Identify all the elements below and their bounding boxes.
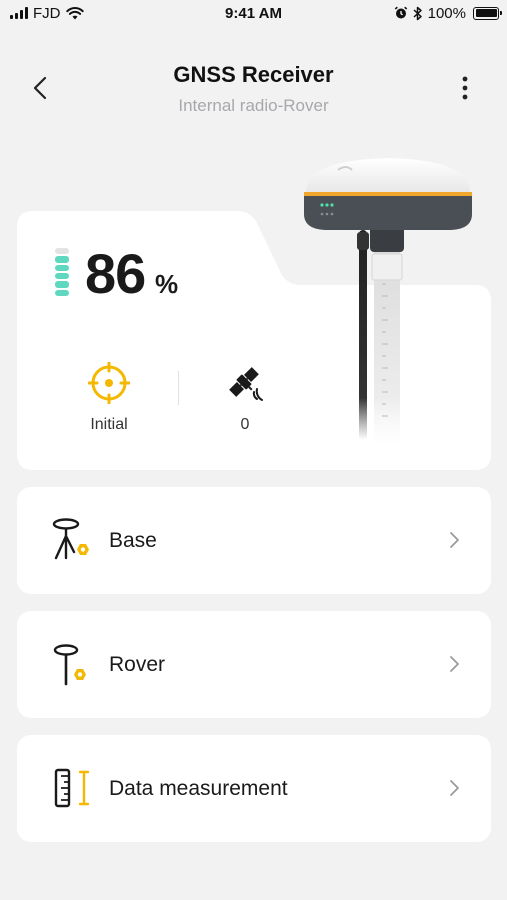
positioning-status-label: Initial xyxy=(90,416,128,433)
battery-percent-value: 86 xyxy=(85,242,146,305)
app-header: GNSS Receiver Internal radio-Rover xyxy=(0,54,507,130)
status-bar: FJD 9:41 AM 100% xyxy=(0,0,507,26)
base-tripod-icon xyxy=(49,517,95,563)
battery-level-indicator xyxy=(55,248,69,296)
battery-percent-unit: % xyxy=(155,269,179,299)
crosshair-target-icon xyxy=(88,362,130,404)
satellite-count: 0 xyxy=(195,361,295,434)
menu-item-base[interactable]: Base xyxy=(17,487,491,594)
positioning-status: Initial xyxy=(59,361,159,434)
status-right: 100% xyxy=(394,4,502,22)
measurement-ruler-icon xyxy=(49,765,95,811)
gnss-receiver-image xyxy=(304,158,472,447)
wifi-icon xyxy=(65,6,84,19)
alarm-icon xyxy=(394,6,407,19)
carrier-name: FJD xyxy=(33,4,61,22)
bluetooth-icon xyxy=(413,6,422,20)
satellite-icon xyxy=(229,367,263,401)
menu-item-rover-label: Rover xyxy=(109,652,166,676)
battery-icon xyxy=(473,6,502,20)
chevron-right-icon xyxy=(450,656,459,672)
page-subtitle: Internal radio-Rover xyxy=(178,96,329,115)
more-options-button[interactable] xyxy=(453,72,477,104)
signal-strength-icon xyxy=(10,7,28,19)
menu-item-data-measurement-label: Data measurement xyxy=(109,776,288,800)
menu-item-base-label: Base xyxy=(109,528,157,552)
satellite-count-label: 0 xyxy=(240,416,250,433)
more-vertical-icon xyxy=(462,76,468,100)
page-title: GNSS Receiver xyxy=(173,62,334,87)
status-left: FJD xyxy=(10,5,84,22)
menu-item-rover[interactable]: Rover xyxy=(17,611,491,718)
chevron-right-icon xyxy=(450,780,459,796)
menu-item-data-measurement[interactable]: Data measurement xyxy=(17,735,491,842)
battery-percent-text: 100% xyxy=(427,4,466,22)
stat-divider xyxy=(178,371,179,405)
rover-pole-icon xyxy=(49,641,95,687)
chevron-right-icon xyxy=(450,532,459,548)
